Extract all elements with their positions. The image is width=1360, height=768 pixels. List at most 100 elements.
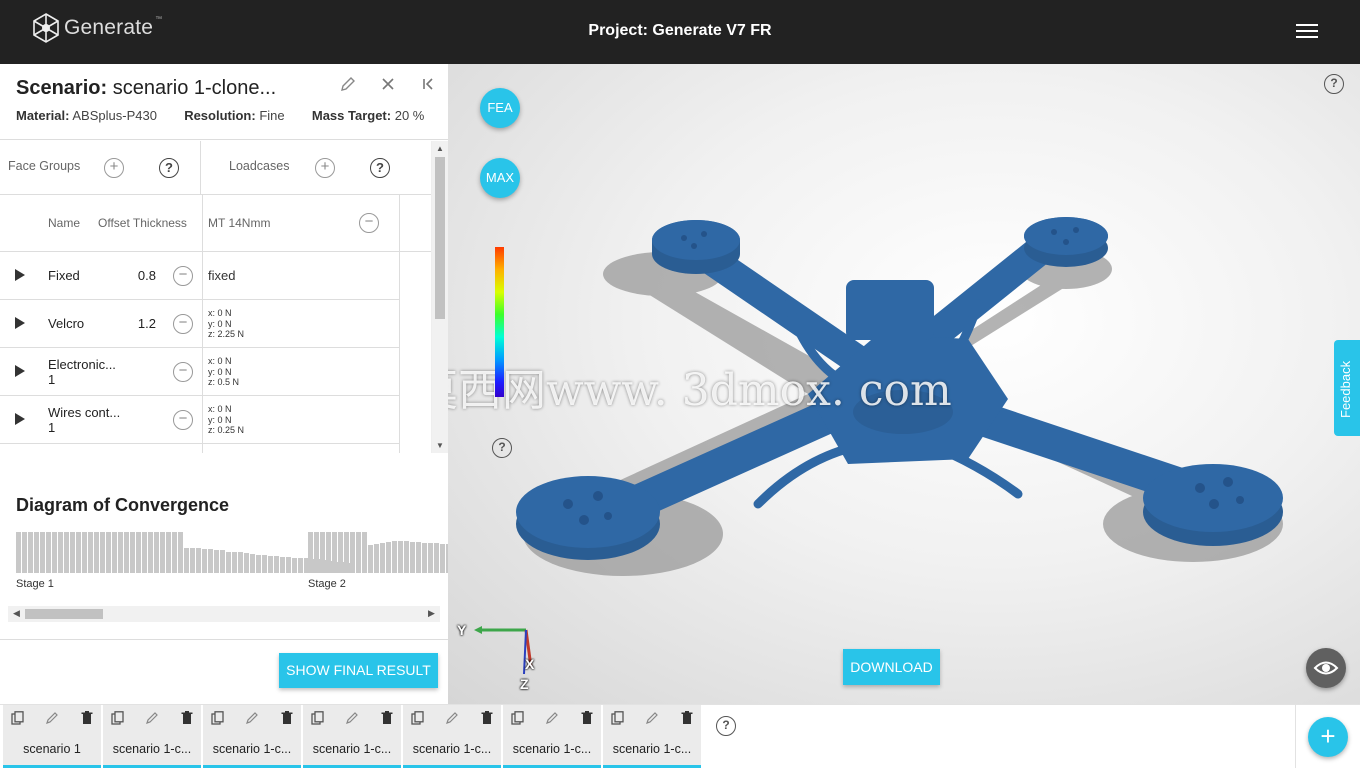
row-name: Fixed	[48, 268, 80, 283]
panel-footer: SHOW FINAL RESULT	[0, 639, 448, 704]
table-row[interactable]: Electronic... 1 − x: 0 N y: 0 N z: 0.5 N	[0, 348, 400, 396]
convergence-bar	[250, 554, 255, 573]
row-name: Electronic...	[48, 357, 116, 372]
drone-frame-model[interactable]	[448, 64, 1360, 704]
mass-target-label: Mass Target:	[311, 108, 392, 123]
expand-row-icon[interactable]	[15, 413, 25, 425]
remove-face-group-button[interactable]: −	[173, 314, 193, 334]
copy-icon[interactable]	[10, 711, 26, 727]
stage2-label: Stage 2	[308, 578, 346, 590]
convergence-bar	[326, 532, 331, 573]
load-z: z: 0.25 N	[208, 425, 245, 435]
copy-icon[interactable]	[510, 711, 526, 727]
convergence-bar	[142, 532, 147, 573]
collapse-panel-icon[interactable]	[417, 76, 439, 98]
close-icon[interactable]	[377, 76, 399, 98]
convergence-bar	[404, 541, 409, 573]
copy-icon[interactable]	[210, 711, 226, 727]
pencil-icon[interactable]	[144, 711, 160, 727]
trash-icon[interactable]	[379, 711, 395, 727]
convergence-bar	[286, 557, 291, 573]
convergence-bar	[28, 532, 33, 573]
convergence-bar	[76, 532, 81, 573]
remove-face-group-button[interactable]: −	[173, 362, 193, 382]
trash-icon[interactable]	[679, 711, 695, 727]
scenario-tab[interactable]: scenario 1	[3, 705, 101, 768]
expand-row-icon[interactable]	[15, 317, 25, 329]
expand-row-icon[interactable]	[15, 365, 25, 377]
show-final-result-button[interactable]: SHOW FINAL RESULT	[279, 653, 438, 688]
trash-icon[interactable]	[279, 711, 295, 727]
convergence-bar	[434, 543, 439, 573]
copy-icon[interactable]	[610, 711, 626, 727]
convergence-bar	[46, 532, 51, 573]
pencil-icon[interactable]	[444, 711, 460, 727]
copy-icon[interactable]	[410, 711, 426, 727]
pencil-icon[interactable]	[244, 711, 260, 727]
top-bar: Generate ™ Project: Generate V7 FR	[0, 0, 1360, 64]
scroll-down-arrow[interactable]: ▼	[436, 441, 444, 450]
scenario-tab[interactable]: scenario 1-c...	[603, 705, 701, 768]
scrollbar-thumb[interactable]	[435, 157, 445, 319]
scenario-tab[interactable]: scenario 1-c...	[303, 705, 401, 768]
scroll-left-arrow[interactable]: ◀	[13, 608, 20, 619]
table-row[interactable]: Fixed 0.8 − fixed	[0, 252, 400, 300]
scenario-tab-label: scenario 1-c...	[212, 742, 292, 756]
3d-viewport[interactable]: 莫西网www. 3dmox. com FEA MAX ? ? Y X Z DOW…	[448, 64, 1360, 704]
eye-icon[interactable]	[1306, 648, 1346, 688]
row-offset: 1.2	[137, 316, 156, 331]
copy-icon[interactable]	[310, 711, 326, 727]
convergence-scrollbar[interactable]: ◀ ▶	[8, 606, 440, 622]
table-row[interactable]: Wires cont... 1 − x: 0 N y: 0 N z: 0.25 …	[0, 396, 400, 444]
scroll-up-arrow[interactable]: ▲	[436, 144, 444, 153]
convergence-title: Diagram of Convergence	[16, 495, 230, 515]
pencil-icon[interactable]	[337, 76, 359, 98]
add-loadcase-button[interactable]: +	[315, 158, 335, 178]
scenario-tab[interactable]: scenario 1-c...	[503, 705, 601, 768]
download-button[interactable]: DOWNLOAD	[843, 649, 940, 685]
fea-button[interactable]: FEA	[480, 88, 520, 128]
scrollbar-thumb[interactable]	[25, 609, 103, 619]
scroll-right-arrow[interactable]: ▶	[428, 608, 435, 619]
scenario-tab[interactable]: scenario 1-c...	[103, 705, 201, 768]
hamburger-menu-icon[interactable]	[1296, 24, 1318, 40]
face-groups-table: Face Groups + ? Loadcases + ? Name Offse…	[0, 141, 432, 453]
scenario-tab-label: scenario 1	[23, 742, 81, 756]
copy-icon[interactable]	[110, 711, 126, 727]
loadcases-help-icon[interactable]: ?	[370, 158, 390, 178]
viewport-help-icon[interactable]: ?	[1324, 74, 1344, 94]
legend-help-icon[interactable]: ?	[492, 438, 512, 458]
pencil-icon[interactable]	[44, 711, 60, 727]
row-load-values: x: 0 N y: 0 N z: 0.25 N	[208, 404, 244, 436]
remove-face-group-button[interactable]: −	[173, 266, 193, 286]
trash-icon[interactable]	[179, 711, 195, 727]
scenario-tab[interactable]: scenario 1-c...	[203, 705, 301, 768]
trash-icon[interactable]	[79, 711, 95, 727]
tabs-help-icon[interactable]: ?	[716, 716, 736, 736]
convergence-bar	[82, 532, 87, 573]
row-load: fixed	[208, 268, 236, 283]
pencil-icon[interactable]	[544, 711, 560, 727]
pencil-icon[interactable]	[644, 711, 660, 727]
expand-row-icon[interactable]	[15, 269, 25, 281]
remove-loadcase-button[interactable]: −	[359, 213, 379, 233]
load-z: z: 2.25 N	[208, 329, 245, 339]
convergence-bar	[280, 557, 285, 573]
add-face-group-button[interactable]: +	[104, 158, 124, 178]
convergence-bar	[268, 556, 273, 573]
pencil-icon[interactable]	[344, 711, 360, 727]
convergence-bar	[208, 549, 213, 573]
convergence-bar	[178, 532, 183, 573]
remove-face-group-button[interactable]: −	[173, 410, 193, 430]
convergence-bar	[196, 548, 201, 573]
feedback-tab[interactable]: Feedback	[1334, 340, 1360, 436]
add-scenario-button[interactable]: +	[1308, 717, 1348, 757]
max-button[interactable]: MAX	[480, 158, 520, 198]
trash-icon[interactable]	[579, 711, 595, 727]
table-scrollbar[interactable]: ▲ ▼	[432, 141, 448, 453]
face-groups-help-icon[interactable]: ?	[159, 158, 179, 178]
load-y: y: 0 N	[208, 414, 232, 425]
table-row[interactable]: Velcro 1.2 − x: 0 N y: 0 N z: 2.25 N	[0, 300, 400, 348]
trash-icon[interactable]	[479, 711, 495, 727]
scenario-tab[interactable]: scenario 1-c...	[403, 705, 501, 768]
